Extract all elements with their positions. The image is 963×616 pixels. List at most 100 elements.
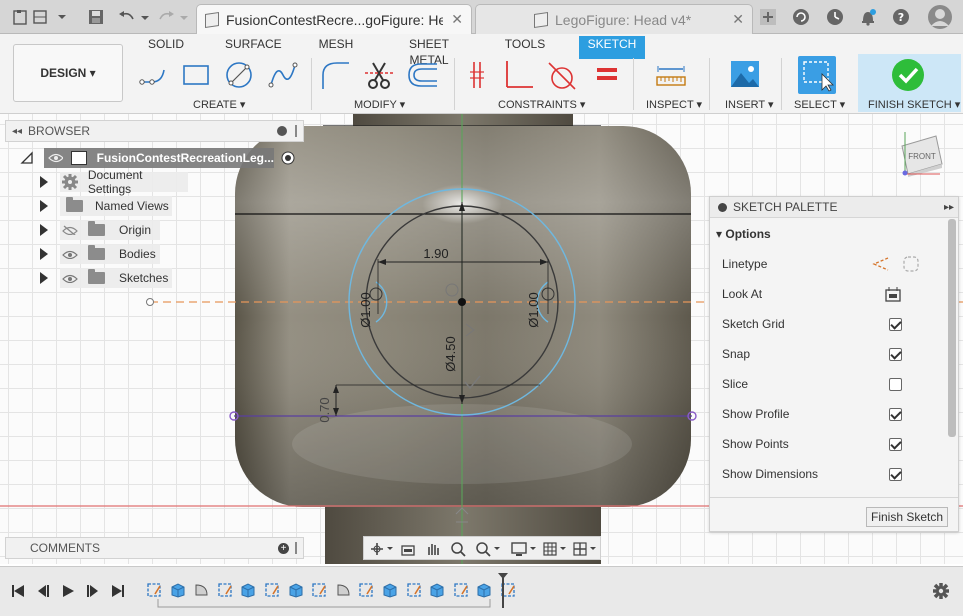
offset-tool-icon[interactable] [405, 58, 439, 92]
notifications-icon[interactable] [857, 6, 879, 28]
centerline-linetype-icon[interactable] [902, 255, 920, 273]
zoom-icon[interactable] [449, 540, 467, 558]
visibility-eye-icon[interactable] [48, 153, 64, 163]
line-tool-icon[interactable] [136, 58, 170, 92]
close-tab-icon[interactable]: ✕ [732, 11, 744, 28]
trim-tool-icon[interactable] [362, 58, 396, 92]
viewports-icon[interactable] [571, 540, 599, 558]
orbit-icon[interactable] [368, 540, 394, 558]
tab-tools[interactable]: TOOLS [504, 36, 546, 56]
collapse-root-icon[interactable] [20, 151, 34, 165]
job-status-icon[interactable] [824, 6, 846, 28]
collapse-browser-icon[interactable]: ◂◂ [12, 126, 22, 137]
go-to-start-icon[interactable] [9, 582, 27, 600]
pan-hand-icon[interactable] [424, 540, 442, 558]
group-create[interactable]: CREATE ▾ [193, 98, 245, 111]
visibility-eye-icon[interactable] [62, 273, 78, 283]
comments-pin-icon[interactable] [295, 542, 297, 554]
palette-minimize-icon[interactable] [718, 202, 727, 212]
palette-scrollbar[interactable] [948, 219, 956, 437]
dim-center-diameter[interactable]: Ø4.50 [443, 336, 458, 371]
fit-view-icon[interactable] [474, 540, 502, 558]
spline-tool-icon[interactable] [266, 58, 300, 92]
expand-icon[interactable] [40, 248, 48, 260]
expand-icon[interactable] [40, 200, 48, 212]
tangent-constraint-icon[interactable] [544, 58, 578, 92]
tree-item-sketches[interactable]: Sketches [40, 268, 172, 288]
undo-icon[interactable] [116, 6, 152, 28]
tree-root[interactable]: FusionContestRecreationLeg... [20, 148, 296, 168]
timeline-sketch-feature-icon[interactable] [358, 582, 374, 598]
show-points-checkbox[interactable] [889, 437, 902, 451]
tab-document-inactive[interactable]: LegoFigure: Head v4* ✕ [475, 4, 753, 34]
group-modify[interactable]: MODIFY ▾ [354, 98, 405, 111]
look-at-icon[interactable] [884, 285, 902, 303]
user-avatar[interactable] [927, 4, 953, 30]
grid-menu-icon[interactable] [30, 6, 70, 28]
dim-left-diameter[interactable]: Ø1.00 [358, 292, 373, 327]
save-icon[interactable] [85, 6, 107, 28]
timeline-revolve-feature-icon[interactable] [193, 582, 209, 598]
timeline-extrude-feature-icon[interactable] [240, 582, 256, 598]
circle-tool-icon[interactable] [222, 58, 256, 92]
grid-settings-icon[interactable] [541, 540, 569, 558]
group-inspect[interactable]: INSPECT ▾ [646, 98, 702, 111]
finish-sketch-icon[interactable] [891, 58, 925, 92]
palette-expand-icon[interactable]: ▸▸ [944, 202, 954, 213]
tab-solid[interactable]: SOLID [146, 36, 186, 56]
workspace-switcher-button[interactable]: DESIGN ▾ [13, 44, 123, 102]
equal-constraint-icon[interactable] [590, 58, 624, 92]
timeline-marker[interactable] [498, 573, 508, 609]
tree-item-named-views[interactable]: Named Views [40, 196, 172, 216]
timeline-settings-gear-icon[interactable] [932, 582, 950, 600]
section-collapse-icon[interactable]: ▾ [716, 227, 722, 241]
fillet-tool-icon[interactable] [318, 58, 352, 92]
view-cube[interactable]: FRONT [901, 132, 943, 177]
offline-icon[interactable] [790, 6, 812, 28]
play-icon[interactable] [59, 582, 77, 600]
show-profile-checkbox[interactable] [889, 407, 902, 421]
dim-right-diameter[interactable]: Ø1.00 [526, 292, 541, 327]
comments-panel[interactable]: COMMENTS + [5, 537, 304, 559]
options-section[interactable]: ▾ Options [716, 227, 771, 241]
expand-icon[interactable] [40, 176, 48, 188]
perpendicular-constraint-icon[interactable] [502, 58, 536, 92]
tab-surface[interactable]: SURFACE [225, 36, 282, 56]
snap-checkbox[interactable] [889, 347, 902, 361]
new-tab-icon[interactable] [757, 6, 779, 28]
construction-linetype-icon[interactable] [872, 256, 890, 272]
timeline-extrude-feature-icon[interactable] [429, 582, 445, 598]
insert-image-icon[interactable] [728, 58, 762, 92]
group-insert[interactable]: INSERT ▾ [725, 98, 774, 111]
tree-item-document-settings[interactable]: Document Settings [40, 168, 188, 196]
redo-icon[interactable] [157, 6, 189, 28]
go-to-end-icon[interactable] [109, 582, 127, 600]
close-tab-icon[interactable]: ✕ [451, 11, 463, 28]
measure-tool-icon[interactable] [654, 58, 688, 92]
tab-document-active[interactable]: FusionContestRecre...goFigure: Head v2* … [196, 4, 472, 34]
tab-sheet-metal[interactable]: SHEET METAL [392, 36, 466, 67]
select-tool-icon[interactable] [798, 56, 836, 94]
help-icon[interactable]: ? [890, 6, 912, 28]
tree-item-origin[interactable]: Origin [40, 220, 160, 240]
finish-sketch-button[interactable]: Finish Sketch [866, 507, 948, 527]
timeline-sketch-feature-icon[interactable] [453, 582, 469, 598]
group-constraints[interactable]: CONSTRAINTS ▾ [498, 98, 585, 111]
rectangle-tool-icon[interactable] [179, 58, 213, 92]
tree-item-bodies[interactable]: Bodies [40, 244, 160, 264]
group-select[interactable]: SELECT ▾ [794, 98, 845, 111]
browser-pin-icon[interactable] [295, 125, 297, 137]
timeline-extrude-feature-icon[interactable] [382, 582, 398, 598]
dim-height[interactable]: 0.70 [317, 397, 332, 422]
coincident-constraint-icon[interactable] [460, 58, 494, 92]
timeline-sketch-feature-icon[interactable] [146, 582, 162, 598]
step-back-icon[interactable] [34, 582, 52, 600]
timeline-extrude-feature-icon[interactable] [170, 582, 186, 598]
activate-radio-icon[interactable] [280, 150, 296, 166]
palette-header[interactable]: SKETCH PALETTE ▸▸ [710, 197, 958, 218]
step-forward-icon[interactable] [84, 582, 102, 600]
browser-minimize-icon[interactable] [277, 126, 287, 136]
tab-sketch[interactable]: SKETCH [579, 36, 645, 59]
group-finish-sketch[interactable]: FINISH SKETCH ▾ [868, 98, 960, 111]
tab-mesh[interactable]: MESH [318, 36, 354, 56]
